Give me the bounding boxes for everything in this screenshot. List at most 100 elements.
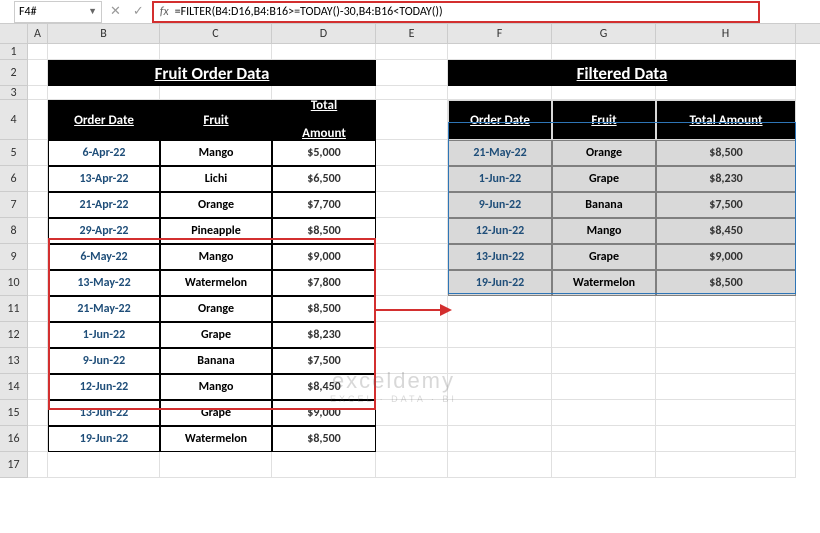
data-amount[interactable]: $5,000 xyxy=(272,140,376,166)
row-header[interactable]: 10 xyxy=(0,270,28,296)
cell[interactable] xyxy=(28,44,48,60)
cell[interactable] xyxy=(656,348,796,374)
col-header-G[interactable]: G xyxy=(552,24,656,43)
cell[interactable] xyxy=(552,348,656,374)
chevron-down-icon[interactable]: ▼ xyxy=(88,6,97,17)
row-header[interactable]: 2 xyxy=(0,60,28,86)
col-header-F[interactable]: F xyxy=(448,24,552,43)
filtered-fruit[interactable]: Banana xyxy=(552,192,656,218)
cell[interactable] xyxy=(28,374,48,400)
cell[interactable] xyxy=(376,426,448,452)
cell[interactable] xyxy=(272,452,376,478)
cell[interactable] xyxy=(376,270,448,296)
cell[interactable] xyxy=(48,86,160,100)
data-date[interactable]: 21-Apr-22 xyxy=(48,192,160,218)
cell[interactable] xyxy=(656,452,796,478)
data-fruit[interactable]: Watermelon xyxy=(160,426,272,452)
row-header[interactable]: 12 xyxy=(0,322,28,348)
filtered-amount[interactable]: $8,230 xyxy=(656,166,796,192)
cell[interactable] xyxy=(552,400,656,426)
row-header[interactable]: 1 xyxy=(0,44,28,60)
col-header-B[interactable]: B xyxy=(48,24,160,43)
cell[interactable] xyxy=(448,348,552,374)
cell[interactable] xyxy=(28,296,48,322)
data-date[interactable]: 13-Jun-22 xyxy=(48,400,160,426)
row-header[interactable]: 17 xyxy=(0,452,28,478)
data-amount[interactable]: $6,500 xyxy=(272,166,376,192)
cell[interactable] xyxy=(552,322,656,348)
filtered-fruit[interactable]: Watermelon xyxy=(552,270,656,296)
cell[interactable] xyxy=(376,322,448,348)
filtered-amount[interactable]: $8,500 xyxy=(656,140,796,166)
data-fruit[interactable]: Orange xyxy=(160,192,272,218)
name-box[interactable]: F4# ▼ xyxy=(14,1,102,23)
filtered-date[interactable]: 21-May-22 xyxy=(448,140,552,166)
cancel-icon[interactable]: ✕ xyxy=(110,4,121,19)
data-fruit[interactable]: Banana xyxy=(160,348,272,374)
cell[interactable] xyxy=(376,100,448,140)
row-header[interactable]: 7 xyxy=(0,192,28,218)
cell[interactable] xyxy=(376,400,448,426)
row-header[interactable]: 5 xyxy=(0,140,28,166)
cell[interactable] xyxy=(160,452,272,478)
data-amount[interactable]: $8,500 xyxy=(272,218,376,244)
cell[interactable] xyxy=(552,86,656,100)
data-fruit[interactable]: Watermelon xyxy=(160,270,272,296)
data-fruit[interactable]: Orange xyxy=(160,296,272,322)
cell[interactable] xyxy=(552,296,656,322)
cell[interactable] xyxy=(448,86,552,100)
cell[interactable] xyxy=(376,374,448,400)
cell[interactable] xyxy=(448,452,552,478)
cell[interactable] xyxy=(656,296,796,322)
row-header[interactable]: 14 xyxy=(0,374,28,400)
filtered-amount[interactable]: $8,500 xyxy=(656,270,796,296)
filtered-fruit[interactable]: Mango xyxy=(552,218,656,244)
cell[interactable] xyxy=(28,60,48,86)
filtered-fruit[interactable]: Grape xyxy=(552,166,656,192)
row-header[interactable]: 9 xyxy=(0,244,28,270)
data-fruit[interactable]: Mango xyxy=(160,140,272,166)
cell[interactable] xyxy=(28,270,48,296)
cell[interactable] xyxy=(376,244,448,270)
cell[interactable] xyxy=(376,296,448,322)
col-header-C[interactable]: C xyxy=(160,24,272,43)
col-header-D[interactable]: D xyxy=(272,24,376,43)
cell[interactable] xyxy=(376,348,448,374)
cell[interactable] xyxy=(28,86,48,100)
data-amount[interactable]: $7,700 xyxy=(272,192,376,218)
cell[interactable] xyxy=(28,218,48,244)
cell[interactable] xyxy=(376,166,448,192)
cell[interactable] xyxy=(376,86,448,100)
row-header[interactable]: 15 xyxy=(0,400,28,426)
data-date[interactable]: 19-Jun-22 xyxy=(48,426,160,452)
cell[interactable] xyxy=(552,44,656,60)
cell[interactable] xyxy=(48,44,160,60)
select-all-corner[interactable] xyxy=(0,24,28,43)
filtered-fruit[interactable]: Grape xyxy=(552,244,656,270)
formula-bar[interactable]: =FILTER(B4:D16,B4:B16>=TODAY()-30,B4:B16… xyxy=(175,5,443,19)
cell[interactable] xyxy=(448,44,552,60)
cell[interactable] xyxy=(656,322,796,348)
row-header[interactable]: 8 xyxy=(0,218,28,244)
data-date[interactable]: 6-Apr-22 xyxy=(48,140,160,166)
data-amount[interactable]: $9,000 xyxy=(272,244,376,270)
col-header-H[interactable]: H xyxy=(656,24,796,43)
cell[interactable] xyxy=(376,60,448,86)
data-date[interactable]: 13-Apr-22 xyxy=(48,166,160,192)
cell[interactable] xyxy=(28,192,48,218)
cell[interactable] xyxy=(28,348,48,374)
filtered-date[interactable]: 13-Jun-22 xyxy=(448,244,552,270)
cell[interactable] xyxy=(448,322,552,348)
cell[interactable] xyxy=(552,452,656,478)
filtered-date[interactable]: 1-Jun-22 xyxy=(448,166,552,192)
cell[interactable] xyxy=(28,140,48,166)
cell[interactable] xyxy=(28,452,48,478)
cell[interactable] xyxy=(160,44,272,60)
row-header[interactable]: 16 xyxy=(0,426,28,452)
fx-icon[interactable]: fx xyxy=(160,5,169,19)
col-header-E[interactable]: E xyxy=(376,24,448,43)
cell[interactable] xyxy=(448,296,552,322)
cell[interactable] xyxy=(376,218,448,244)
cell[interactable] xyxy=(448,400,552,426)
data-date[interactable]: 6-May-22 xyxy=(48,244,160,270)
